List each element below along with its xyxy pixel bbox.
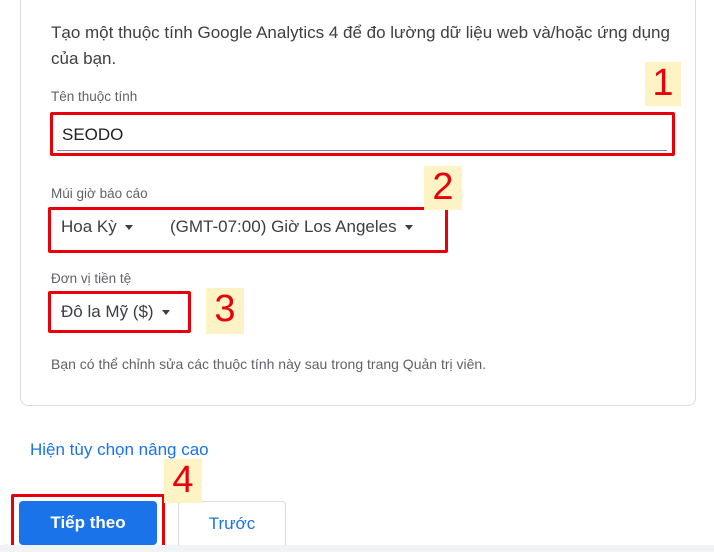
annotation-number-1: 1 xyxy=(645,62,681,106)
currency-label: Đơn vị tiền tệ xyxy=(51,271,132,286)
timezone-label: Múi giờ báo cáo xyxy=(51,186,148,201)
form-description: Tạo một thuộc tính Google Analytics 4 để… xyxy=(51,23,670,68)
annotation-number-3: 3 xyxy=(206,288,244,334)
annotation-box-3 xyxy=(48,291,191,333)
edit-later-note: Bạn có thể chỉnh sửa các thuộc tính này … xyxy=(51,356,487,372)
annotation-number-2: 2 xyxy=(424,166,462,210)
bottom-bar xyxy=(0,545,714,552)
annotation-number-4: 4 xyxy=(164,459,202,503)
show-advanced-options-link[interactable]: Hiện tùy chọn nâng cao xyxy=(30,440,209,460)
property-name-label: Tên thuộc tính xyxy=(51,89,138,104)
annotation-box-2 xyxy=(48,207,448,253)
annotation-box-4 xyxy=(11,494,165,549)
annotation-box-1 xyxy=(50,112,675,156)
